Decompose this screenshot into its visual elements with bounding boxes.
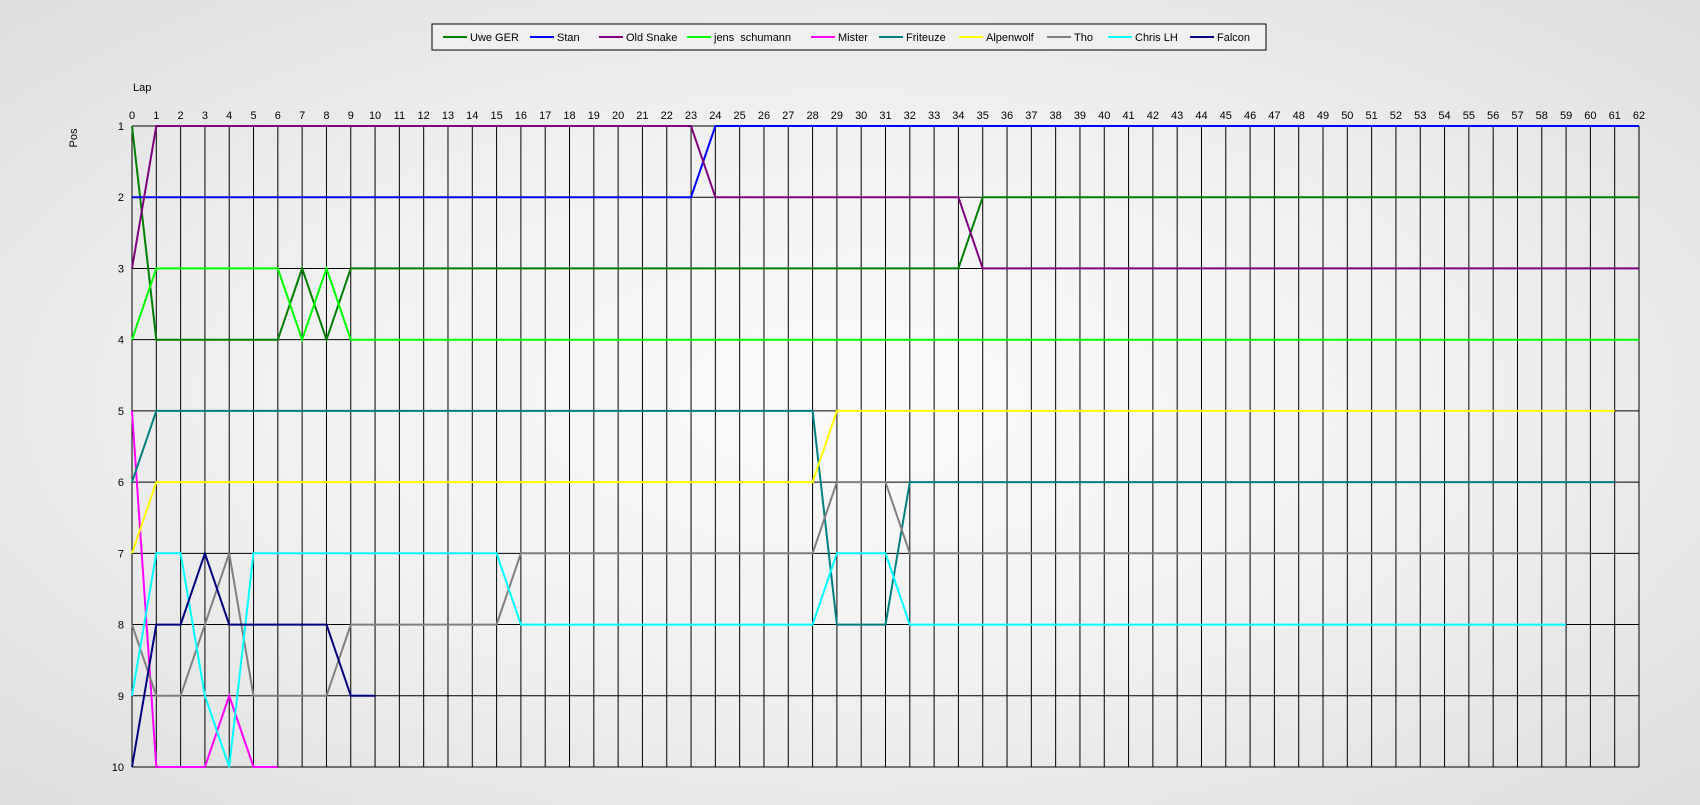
grid: 0 1 2 3 4 5 6 7 8 9 10 11 12 13 14 15 16 17 18 19 20 21 22 23 24… (112, 110, 1645, 774)
y-tick-label: 8 (118, 620, 124, 632)
x-tick-label: 35 (977, 110, 989, 122)
x-tick-label: 47 (1268, 110, 1280, 122)
x-tick-label: 12 (418, 110, 430, 122)
series-line-chris-lh (131, 552, 1567, 768)
x-tick-label: 31 (879, 110, 891, 122)
x-tick-label: 34 (952, 110, 964, 122)
x-tick-label: 9 (348, 110, 354, 122)
x-tick-label: 32 (904, 110, 916, 122)
x-tick-label: 52 (1390, 110, 1402, 122)
x-tick-label: 51 (1366, 110, 1378, 122)
x-tick-label: 18 (563, 110, 575, 122)
y-tick-label: 7 (118, 548, 124, 560)
x-tick-label: 55 (1463, 110, 1475, 122)
x-tick-label: 10 (369, 110, 381, 122)
x-tick-label: 21 (636, 110, 648, 122)
x-tick-label: 8 (323, 110, 329, 122)
x-tick-label: 40 (1098, 110, 1110, 122)
legend-label: Stan (557, 32, 580, 44)
legend-label: Uwe GER (470, 32, 519, 44)
x-tick-label: 54 (1438, 110, 1450, 122)
y-tick-label: 2 (118, 192, 124, 204)
x-tick-label: 27 (782, 110, 794, 122)
x-tick-label: 53 (1414, 110, 1426, 122)
x-tick-label: 14 (466, 110, 478, 122)
x-tick-label: 61 (1609, 110, 1621, 122)
x-tick-label: 5 (250, 110, 256, 122)
race-position-chart: Uwe GER Stan Old Snake jens schumann Mister F… (0, 0, 1700, 800)
x-tick-label: 17 (539, 110, 551, 122)
y-tick-label: 10 (112, 762, 124, 774)
x-tick-label: 49 (1317, 110, 1329, 122)
legend-label: Mister (838, 32, 868, 44)
y-tick-label: 4 (118, 335, 124, 347)
x-tick-label: 29 (831, 110, 843, 122)
legend-label: Tho (1074, 32, 1093, 44)
legend-label: Friteuze (906, 32, 946, 44)
x-tick-label: 2 (178, 110, 184, 122)
x-tick-label: 1 (153, 110, 159, 122)
x-tick-label: 15 (490, 110, 502, 122)
x-tick-label: 7 (299, 110, 305, 122)
x-tick-label: 19 (588, 110, 600, 122)
x-tick-label: 50 (1341, 110, 1353, 122)
y-tick-label: 3 (118, 263, 124, 275)
y-tick-label: 9 (118, 691, 124, 703)
legend-label: Alpenwolf (986, 32, 1035, 44)
x-tick-label: 13 (442, 110, 454, 122)
x-tick-label: 48 (1293, 110, 1305, 122)
x-tick-label: 44 (1195, 110, 1207, 122)
x-tick-label: 0 (129, 110, 135, 122)
legend-label: Falcon (1217, 32, 1250, 44)
x-tick-label: 36 (1001, 110, 1013, 122)
x-tick-label: 42 (1147, 110, 1159, 122)
x-tick-label: 39 (1074, 110, 1086, 122)
x-tick-label: 59 (1560, 110, 1572, 122)
x-tick-label: 25 (734, 110, 746, 122)
x-axis-label: Lap (133, 82, 151, 94)
x-tick-label: 58 (1536, 110, 1548, 122)
x-tick-label: 43 (1171, 110, 1183, 122)
legend-label: Chris LH (1135, 32, 1178, 44)
x-tick-label: 41 (1122, 110, 1134, 122)
x-tick-label: 24 (709, 110, 721, 122)
x-tick-label: 45 (1220, 110, 1232, 122)
y-tick-label: 5 (118, 406, 124, 418)
x-tick-label: 11 (394, 110, 405, 122)
x-tick-label: 4 (226, 110, 232, 122)
x-tick-label: 6 (275, 110, 281, 122)
x-tick-label: 26 (758, 110, 770, 122)
chart-svg: Uwe GER Stan Old Snake jens schumann Mister F… (68, 23, 1645, 774)
x-tick-label: 60 (1584, 110, 1596, 122)
legend-label: jens schumann (713, 32, 791, 44)
x-tick-label: 22 (661, 110, 673, 122)
x-tick-label: 57 (1511, 110, 1523, 122)
x-tick-label: 23 (685, 110, 697, 122)
x-tick-label: 33 (928, 110, 940, 122)
y-tick-label: 1 (118, 121, 124, 133)
y-axis-label: Pos (68, 128, 80, 147)
x-tick-label: 20 (612, 110, 624, 122)
x-tick-label: 28 (806, 110, 818, 122)
x-tick-label: 37 (1025, 110, 1037, 122)
x-tick-label: 56 (1487, 110, 1499, 122)
x-tick-label: 16 (515, 110, 527, 122)
y-tick-label: 6 (118, 477, 124, 489)
x-tick-label: 62 (1633, 110, 1645, 122)
x-tick-label: 3 (202, 110, 208, 122)
x-tick-label: 46 (1244, 110, 1256, 122)
x-tick-label: 38 (1050, 110, 1062, 122)
x-tick-label: 30 (855, 110, 867, 122)
legend-label: Old Snake (626, 32, 677, 44)
legend: Uwe GER Stan Old Snake jens schumann Mister F… (431, 23, 1267, 51)
series-line-friteuze (131, 409, 1615, 626)
